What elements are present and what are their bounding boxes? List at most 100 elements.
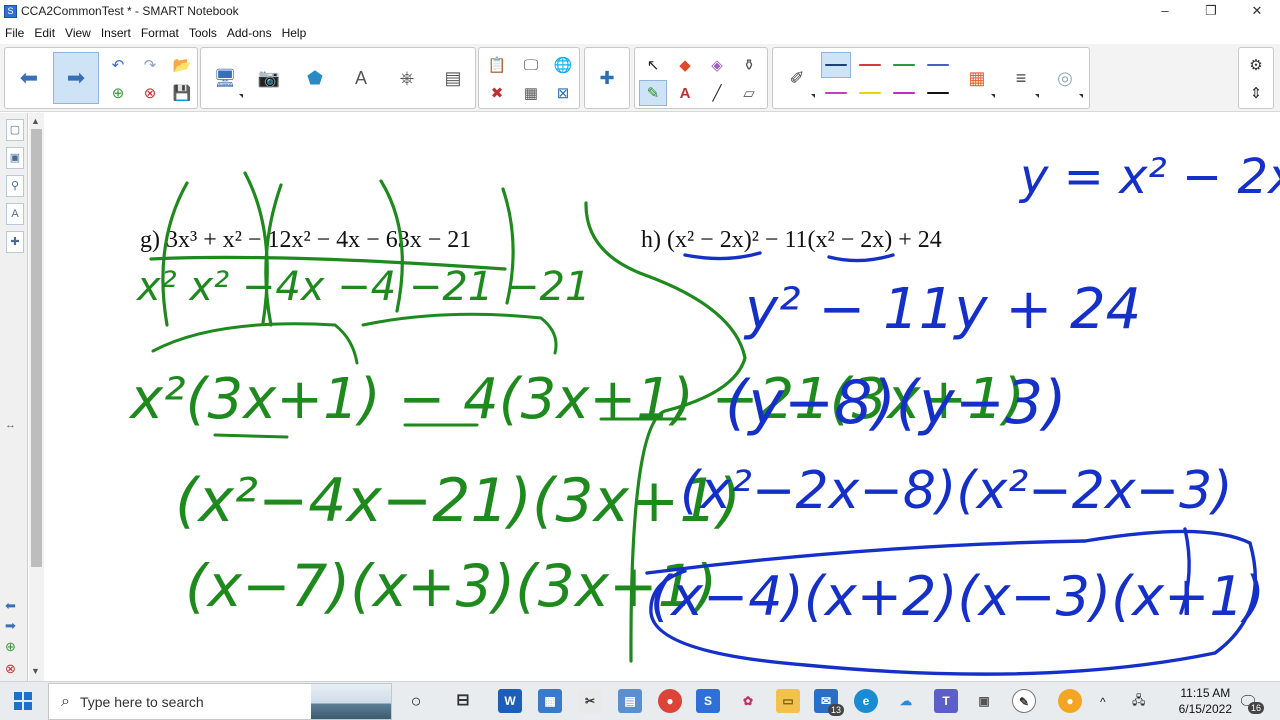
notebook-app-icon[interactable]: ▤: [618, 689, 642, 713]
smart-notebook-taskbar-icon[interactable]: S: [696, 689, 720, 713]
onedrive-icon[interactable]: ☁: [894, 689, 918, 713]
notifications-icon[interactable]: 🗨: [1238, 682, 1258, 720]
menu-format[interactable]: Format: [141, 26, 179, 40]
addons-tab[interactable]: ✚: [6, 231, 24, 253]
line-style-icon[interactable]: ≡: [1001, 56, 1041, 100]
pen-color-8[interactable]: [923, 80, 953, 106]
menu-addons[interactable]: Add-ons: [227, 26, 272, 40]
delete-page-icon[interactable]: ⊗: [137, 80, 163, 106]
pen-color-4[interactable]: [923, 52, 953, 78]
device-icon[interactable]: ▣: [972, 689, 996, 713]
redo-icon[interactable]: ↷: [137, 52, 163, 78]
web-icon[interactable]: 🌐: [549, 52, 577, 78]
sidebar-back-icon[interactable]: ⬅: [5, 598, 16, 614]
scroll-down-icon[interactable]: ▼: [31, 666, 40, 676]
pen-color-2[interactable]: [855, 52, 885, 78]
cancel-icon[interactable]: ✖: [483, 80, 511, 106]
window-controls: – ❐ ✕: [1142, 0, 1280, 22]
vertical-scrollbar[interactable]: ▲ ▼: [29, 113, 44, 681]
menu-view[interactable]: View: [65, 26, 91, 40]
open-file-icon[interactable]: 📂: [169, 52, 195, 78]
smart-notebook-window: S CCA2CommonTest * - SMART Notebook – ❐ …: [0, 0, 1280, 720]
network-icon[interactable]: 🖧: [1132, 682, 1145, 720]
paste-icon[interactable]: 📋: [483, 52, 511, 78]
display-screen-icon[interactable]: 🖵: [517, 52, 545, 78]
close-button[interactable]: ✕: [1234, 0, 1280, 22]
notifications-badge: 16: [1248, 702, 1265, 714]
windows-start-icon[interactable]: [14, 692, 32, 710]
file-explorer-icon[interactable]: ▭: [776, 689, 800, 713]
menu-tools[interactable]: Tools: [189, 26, 217, 40]
gallery-tab[interactable]: ▣: [6, 147, 24, 169]
toolbar: ⬅ ➡ ↶ ↷ 📂 ⊕ ⊗ 💾 🖥 📷 ⬟ A ⎈ ▤ 📋 🖵 🌐 ✖ ▦ ⊠: [0, 44, 1280, 112]
color-palette-icon[interactable]: ▦: [957, 56, 997, 100]
pen-icon[interactable]: ✐: [777, 56, 817, 100]
widgets-icon[interactable]: ⊟: [451, 689, 475, 713]
forward-arrow-icon[interactable]: ➡: [53, 52, 99, 104]
paint-icon[interactable]: ✿: [736, 689, 760, 713]
fill-bucket-icon[interactable]: ⚱: [735, 52, 763, 78]
text-icon[interactable]: A: [671, 80, 699, 106]
magic-pen-icon[interactable]: ◆: [671, 52, 699, 78]
maximize-button[interactable]: ❐: [1188, 0, 1234, 22]
document-camera-icon[interactable]: ⎈: [387, 56, 427, 100]
task-view-icon[interactable]: ○: [404, 689, 428, 713]
table-icon[interactable]: ▦: [517, 80, 545, 106]
chrome-icon[interactable]: ●: [658, 689, 682, 713]
properties-tab[interactable]: A: [6, 203, 24, 225]
close-icon[interactable]: ⊠: [549, 80, 577, 106]
save-icon[interactable]: 💾: [169, 80, 195, 106]
word-icon[interactable]: W: [498, 689, 522, 713]
edge-icon[interactable]: e: [854, 689, 878, 713]
sidebar-add-page-icon[interactable]: ⊕: [5, 639, 16, 655]
tray-overflow-icon[interactable]: ^: [1100, 682, 1106, 720]
sidebar-resize-icon[interactable]: ↔: [5, 419, 16, 431]
minimize-button[interactable]: –: [1142, 0, 1188, 22]
toolbar-move-icon[interactable]: ⇕: [1243, 80, 1269, 106]
toolbar-group-tools: 🖥 📷 ⬟ A ⎈ ▤: [200, 47, 476, 109]
select-icon[interactable]: ↖: [639, 52, 667, 78]
pen-color-1[interactable]: [821, 52, 851, 78]
scroll-up-icon[interactable]: ▲: [31, 116, 40, 126]
scroll-thumb[interactable]: [31, 129, 42, 567]
store-icon[interactable]: ▦: [538, 689, 562, 713]
draw-icon[interactable]: ✎: [1012, 689, 1036, 713]
table-tool-icon[interactable]: ▤: [433, 56, 473, 100]
snipping-icon[interactable]: ✂: [578, 689, 602, 713]
pen-color-6[interactable]: [855, 80, 885, 106]
eraser-tool-icon[interactable]: ▱: [735, 80, 763, 106]
menu-help[interactable]: Help: [282, 26, 307, 40]
new-page-icon[interactable]: ⊕: [105, 80, 131, 106]
add-on-icon[interactable]: ✚: [587, 56, 627, 100]
line-icon[interactable]: ╱: [703, 80, 731, 106]
sidebar-forward-icon[interactable]: ➡: [5, 618, 16, 634]
back-arrow-icon[interactable]: ⬅: [9, 56, 49, 100]
weather-icon[interactable]: ●: [1058, 689, 1082, 713]
taskbar-search[interactable]: ⌕ Type here to search: [48, 683, 392, 720]
taskbar: ⌕ Type here to search ○ ⊟ W ▦ ✂ ▤ ● S ✿ …: [0, 681, 1280, 720]
toolbar-group-edit: 📋 🖵 🌐 ✖ ▦ ⊠: [478, 47, 580, 109]
eraser-icon[interactable]: ◈: [703, 52, 731, 78]
pen-color-5[interactable]: [821, 80, 851, 106]
toolbar-group-addons: ✚: [584, 47, 630, 109]
menu-file[interactable]: File: [5, 26, 24, 40]
creative-pens-icon[interactable]: ✎: [639, 80, 667, 106]
pen-color-7[interactable]: [889, 80, 919, 106]
menu-insert[interactable]: Insert: [101, 26, 131, 40]
pen-swatch: [859, 92, 881, 94]
attachments-tab[interactable]: ⚲: [6, 175, 24, 197]
page-sorter-tab[interactable]: ▢: [6, 119, 24, 141]
settings-icon[interactable]: ⚙: [1243, 52, 1269, 78]
fill-icon[interactable]: ⬟: [295, 56, 335, 100]
camera-icon[interactable]: 📷: [249, 56, 289, 100]
sidebar-delete-page-icon[interactable]: ⊗: [5, 661, 16, 677]
notebook-page[interactable]: g) 3x³ + x² − 12x² − 4x − 63x − 21 h) (x…: [45, 113, 1280, 681]
text-tool-icon[interactable]: A: [341, 56, 381, 100]
pen-color-3[interactable]: [889, 52, 919, 78]
screen-shade-icon[interactable]: 🖥: [205, 56, 245, 100]
clock[interactable]: 11:15 AM 6/15/2022: [1179, 685, 1232, 717]
transparency-icon[interactable]: ◎: [1045, 56, 1085, 100]
menu-edit[interactable]: Edit: [34, 26, 55, 40]
teams-icon[interactable]: T: [934, 689, 958, 713]
undo-icon[interactable]: ↶: [105, 52, 131, 78]
